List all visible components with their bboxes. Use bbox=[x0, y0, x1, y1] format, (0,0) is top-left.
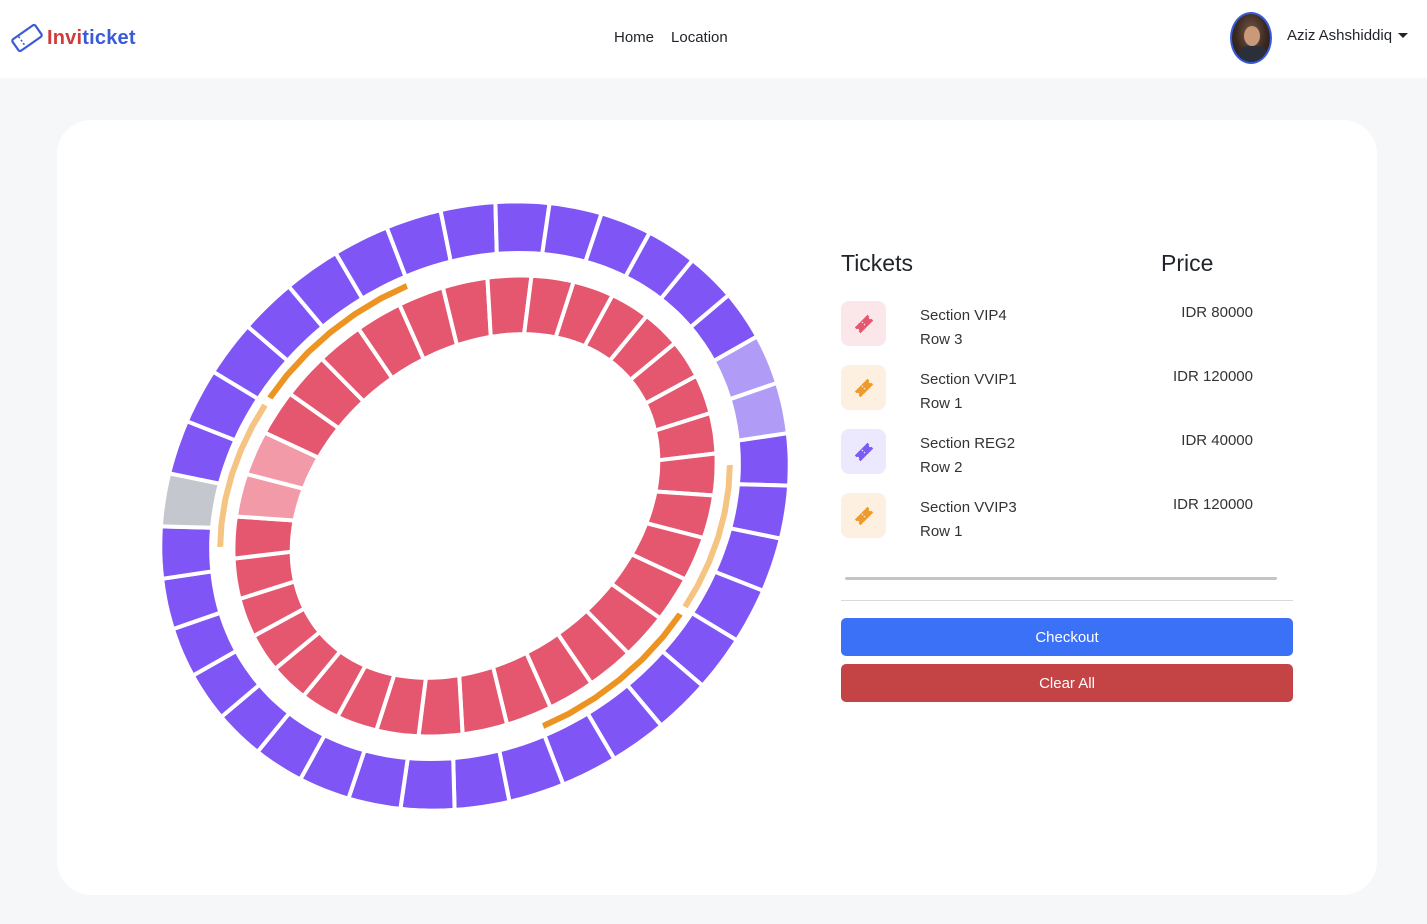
regular-section[interactable] bbox=[735, 431, 792, 488]
ticket-section: Section VVIP3 Row 1 bbox=[920, 496, 1017, 544]
vip-section[interactable] bbox=[231, 514, 297, 561]
regular-section[interactable] bbox=[451, 748, 512, 812]
brand-logo[interactable]: Inviticket bbox=[10, 22, 136, 54]
ticket-price: IDR 120000 bbox=[1172, 368, 1253, 385]
tickets-header: Tickets Price bbox=[841, 250, 1293, 277]
user-name: Aziz Ashshiddiq bbox=[1287, 27, 1393, 44]
caret-down-icon bbox=[1398, 33, 1409, 38]
ticket-item: Section VVIP3 Row 1 IDR 120000 bbox=[841, 493, 1293, 543]
ticket-logo-icon bbox=[11, 23, 43, 53]
vip-section[interactable] bbox=[653, 451, 719, 498]
ticket-row-label: Row 3 bbox=[920, 331, 963, 348]
ticket-section: Section VIP4 Row 3 bbox=[920, 304, 1007, 352]
ticket-icon bbox=[854, 378, 873, 397]
checkout-button[interactable]: Checkout bbox=[841, 618, 1293, 656]
ticket-icon bbox=[854, 442, 873, 461]
ticket-section-label: Section VIP4 bbox=[920, 307, 1007, 324]
ticket-row-label: Row 1 bbox=[920, 395, 963, 412]
avatar[interactable] bbox=[1230, 12, 1272, 64]
brand-name-part2: ticket bbox=[82, 26, 136, 49]
ticket-row-label: Row 1 bbox=[920, 523, 963, 540]
ticket-icon-box bbox=[841, 365, 886, 410]
ticket-item: Section REG2 Row 2 IDR 40000 bbox=[841, 429, 1293, 479]
ticket-icon bbox=[854, 314, 873, 333]
ticket-item: Section VVIP1 Row 1 IDR 120000 bbox=[841, 365, 1293, 415]
main-card: Tickets Price Section VIP4 Row 3 IDR 8000… bbox=[57, 120, 1377, 895]
price-heading: Price bbox=[1161, 250, 1214, 276]
ticket-icon-box bbox=[841, 493, 886, 538]
regular-section[interactable] bbox=[438, 200, 499, 264]
progress-track bbox=[845, 577, 1277, 580]
ticket-icon-box bbox=[841, 429, 886, 474]
ticket-icon bbox=[854, 506, 873, 525]
ticket-section-label: Section VVIP3 bbox=[920, 499, 1017, 516]
nav-home-link[interactable]: Home bbox=[614, 29, 654, 46]
ticket-section: Section VVIP1 Row 1 bbox=[920, 368, 1017, 416]
ticket-section: Section REG2 Row 2 bbox=[920, 432, 1015, 480]
ticket-section-label: Section VVIP1 bbox=[920, 371, 1017, 388]
brand-name: Inviticket bbox=[47, 27, 136, 50]
ticket-price: IDR 120000 bbox=[1172, 496, 1253, 513]
clear-all-button[interactable]: Clear All bbox=[841, 664, 1293, 702]
ticket-item: Section VIP4 Row 3 IDR 80000 bbox=[841, 301, 1293, 351]
ticket-price: IDR 40000 bbox=[1181, 432, 1253, 449]
avatar-body bbox=[1238, 46, 1268, 62]
brand-name-part1: Invi bbox=[47, 26, 83, 49]
regular-section[interactable] bbox=[158, 524, 215, 581]
ticket-icon-box bbox=[841, 301, 886, 346]
stadium-seat-map bbox=[158, 199, 792, 813]
tickets-heading: Tickets bbox=[841, 250, 913, 276]
ticket-section-label: Section REG2 bbox=[920, 435, 1016, 452]
nav-links: Home Location bbox=[614, 29, 728, 46]
ticket-row-label: Row 2 bbox=[920, 459, 963, 476]
nav-location-link[interactable]: Location bbox=[671, 29, 728, 46]
navbar: Inviticket Home Location Aziz Ashshiddiq bbox=[0, 0, 1427, 78]
user-menu-toggle[interactable]: Aziz Ashshiddiq bbox=[1287, 27, 1409, 44]
avatar-face bbox=[1244, 26, 1260, 46]
divider bbox=[841, 600, 1293, 601]
ticket-price: IDR 80000 bbox=[1181, 304, 1253, 321]
